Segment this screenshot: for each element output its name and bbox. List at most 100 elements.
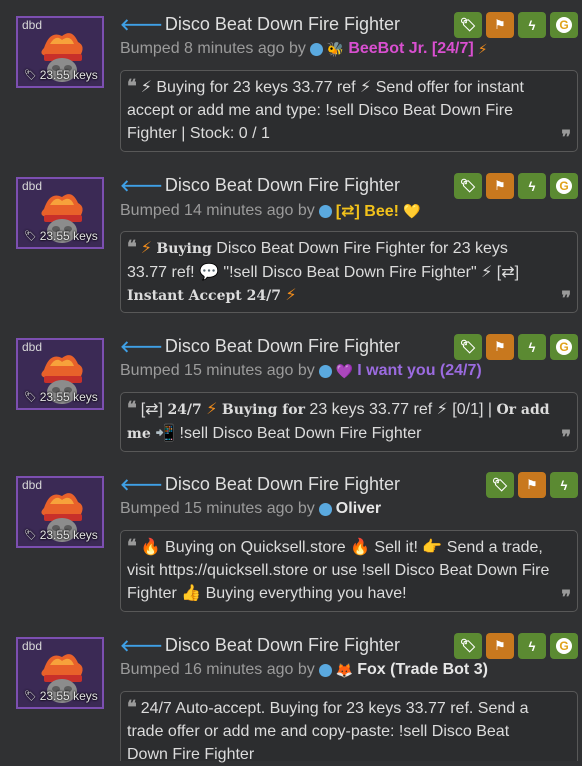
quote-open-icon: ❝ [127,76,137,97]
quote-close-icon: ❞ [561,127,571,148]
listing-badges: 🏷 ⚑ ϟ G [454,12,578,38]
message-text: 🔥 Buying on Quicksell.store 🔥 Sell it! 👉… [127,539,550,602]
message-text: 24/7 Auto-accept. Buying for 23 keys 33.… [127,700,529,763]
price-label: 🏷 23.55 keys [24,229,98,243]
bump-info: Bumped 14 minutes ago by [⇄] Bee! 💛 [120,201,420,221]
user-link[interactable]: BeeBot Jr. [24/7] [348,40,473,58]
flag-badge-icon[interactable]: ⚑ [486,633,514,659]
bump-time: Bumped 8 minutes ago by [120,40,306,57]
listing-badges: 🏷 ⚑ ϟ G [454,173,578,199]
lightning-badge-icon[interactable]: ϟ [550,472,578,498]
tag-icon: 🏷 [24,69,37,81]
price-label: 🏷 23.55 keys [24,528,98,542]
item-title[interactable]: 🡐 Disco Beat Down Fire Fighter [120,175,400,196]
g-badge-icon[interactable]: G [550,173,578,199]
lightning-badge-icon[interactable]: ϟ [518,173,546,199]
online-status-icon [318,364,332,378]
lightning-badge-icon[interactable]: ϟ [518,334,546,360]
online-status-icon [318,502,332,516]
tag-badge-icon[interactable]: 🏷 [454,173,482,199]
item-thumbnail[interactable]: dbd 🏷 23.55 keys [16,637,104,709]
flag-badge-icon[interactable]: ⚑ [486,12,514,38]
quote-open-icon: ❝ [127,398,137,419]
tag-badge-icon[interactable]: 🏷 [454,334,482,360]
item-title[interactable]: 🡐 Disco Beat Down Fire Fighter [120,474,400,495]
online-status-icon [318,663,332,677]
g-badge-icon[interactable]: G [550,12,578,38]
price-value: 23.55 keys [39,68,98,82]
arrow-left-icon: 🡐 [120,339,163,356]
message-text: ⚡ Buying for 23 keys 33.77 ref ⚡ Send of… [127,79,524,142]
bump-time: Bumped 16 minutes ago by [120,661,315,678]
item-thumbnail[interactable]: dbd 🏷 23.55 keys [16,338,104,410]
item-title-text: Disco Beat Down Fire Fighter [164,175,400,195]
user-suffix-emoji: 💛 [402,202,421,219]
lightning-badge-icon[interactable]: ϟ [518,633,546,659]
bolt-emoji: ⚡ [140,240,152,257]
listing-message: ❝ ⚡ Buying for 23 keys 33.77 ref ⚡ Send o… [120,70,578,152]
g-badge-icon[interactable]: G [550,334,578,360]
price-value: 23.55 keys [39,528,98,542]
user-suffix-emoji: ⚡ [477,40,488,57]
quote-open-icon: ❝ [127,697,137,718]
message-text: [⇄] [140,401,163,418]
message-bold-text: 𝐁𝐮𝐲𝐢𝐧𝐠 𝐟𝐨𝐫 [221,402,305,418]
user-link[interactable]: Fox (Trade Bot 3) [357,661,488,679]
online-status-icon [309,42,323,56]
arrow-left-icon: 🡐 [120,638,163,655]
price-value: 23.55 keys [39,229,98,243]
listing-badges: 🏷 ⚑ ϟ G [454,633,578,659]
price-value: 23.55 keys [39,689,98,703]
bolt-emoji: ⚡ [285,287,297,304]
user-link[interactable]: Oliver [336,500,381,518]
flag-badge-icon[interactable]: ⚑ [518,472,546,498]
item-title[interactable]: 🡐 Disco Beat Down Fire Fighter [120,635,400,656]
price-label: 🏷 23.55 keys [24,390,98,404]
tag-badge-icon[interactable]: 🏷 [486,472,514,498]
price-label: 🏷 23.55 keys [24,689,98,703]
lightning-badge-icon[interactable]: ϟ [518,12,546,38]
bump-info: Bumped 8 minutes ago by 🐝 BeeBot Jr. [24… [120,40,488,58]
user-link[interactable]: [⇄] Bee! [336,201,399,221]
g-badge-icon[interactable]: G [550,633,578,659]
item-title[interactable]: 🡐 Disco Beat Down Fire Fighter [120,336,400,357]
bump-time: Bumped 15 minutes ago by [120,362,315,379]
tag-icon: 🏷 [24,391,37,403]
message-bold-text: 𝐁𝐮𝐲𝐢𝐧𝐠 [156,241,212,257]
flag-badge-icon[interactable]: ⚑ [486,173,514,199]
tag-badge-icon[interactable]: 🏷 [454,633,482,659]
user-prefix-emoji: 🦊 [335,661,354,678]
item-title-text: Disco Beat Down Fire Fighter [164,14,400,34]
item-thumbnail[interactable]: dbd 🏷 23.55 keys [16,16,104,88]
item-thumbnail[interactable]: dbd 🏷 23.55 keys [16,476,104,548]
listing-message: ❝ 🔥 Buying on Quicksell.store 🔥 Sell it! … [120,530,578,612]
message-text: 23 keys 33.77 ref ⚡ [0/1] | [309,401,493,418]
bump-time: Bumped 15 minutes ago by [120,500,315,517]
tag-badge-icon[interactable]: 🏷 [454,12,482,38]
flag-badge-icon[interactable]: ⚑ [486,334,514,360]
price-value: 23.55 keys [39,390,98,404]
item-title-text: Disco Beat Down Fire Fighter [164,474,400,494]
quote-close-icon: ❞ [561,587,571,608]
quote-open-icon: ❝ [127,536,137,557]
item-title-text: Disco Beat Down Fire Fighter [164,336,400,356]
message-text: 📲 !sell Disco Beat Down Fire Fighter [155,425,422,442]
tag-icon: 🏷 [24,529,37,541]
quote-open-icon: ❝ [127,237,137,258]
user-prefix-emoji: 💜 [335,362,354,379]
user-prefix-emoji: 🐝 [326,40,345,57]
bump-info: Bumped 15 minutes ago by 💜 I want you (2… [120,362,482,380]
item-title-text: Disco Beat Down Fire Fighter [164,635,400,655]
quote-close-icon: ❞ [561,288,571,309]
bolt-emoji: ⚡ [206,401,218,418]
item-title[interactable]: 🡐 Disco Beat Down Fire Fighter [120,14,400,35]
arrow-left-icon: 🡐 [120,17,163,34]
listing-badges: 🏷 ⚑ ϟ [486,472,578,498]
quote-close-icon: ❞ [561,427,571,448]
user-link[interactable]: I want you (24/7) [357,362,481,380]
item-thumbnail[interactable]: dbd 🏷 23.55 keys [16,177,104,249]
message-bold-text: 𝐈𝐧𝐬𝐭𝐚𝐧𝐭 𝐀𝐜𝐜𝐞𝐩𝐭 𝟐𝟒/𝟕 [127,288,281,304]
listing-message: ❝ 24/7 Auto-accept. Buying for 23 keys 33… [120,691,578,763]
tag-icon: 🏷 [24,690,37,702]
tag-icon: 🏷 [24,230,37,242]
